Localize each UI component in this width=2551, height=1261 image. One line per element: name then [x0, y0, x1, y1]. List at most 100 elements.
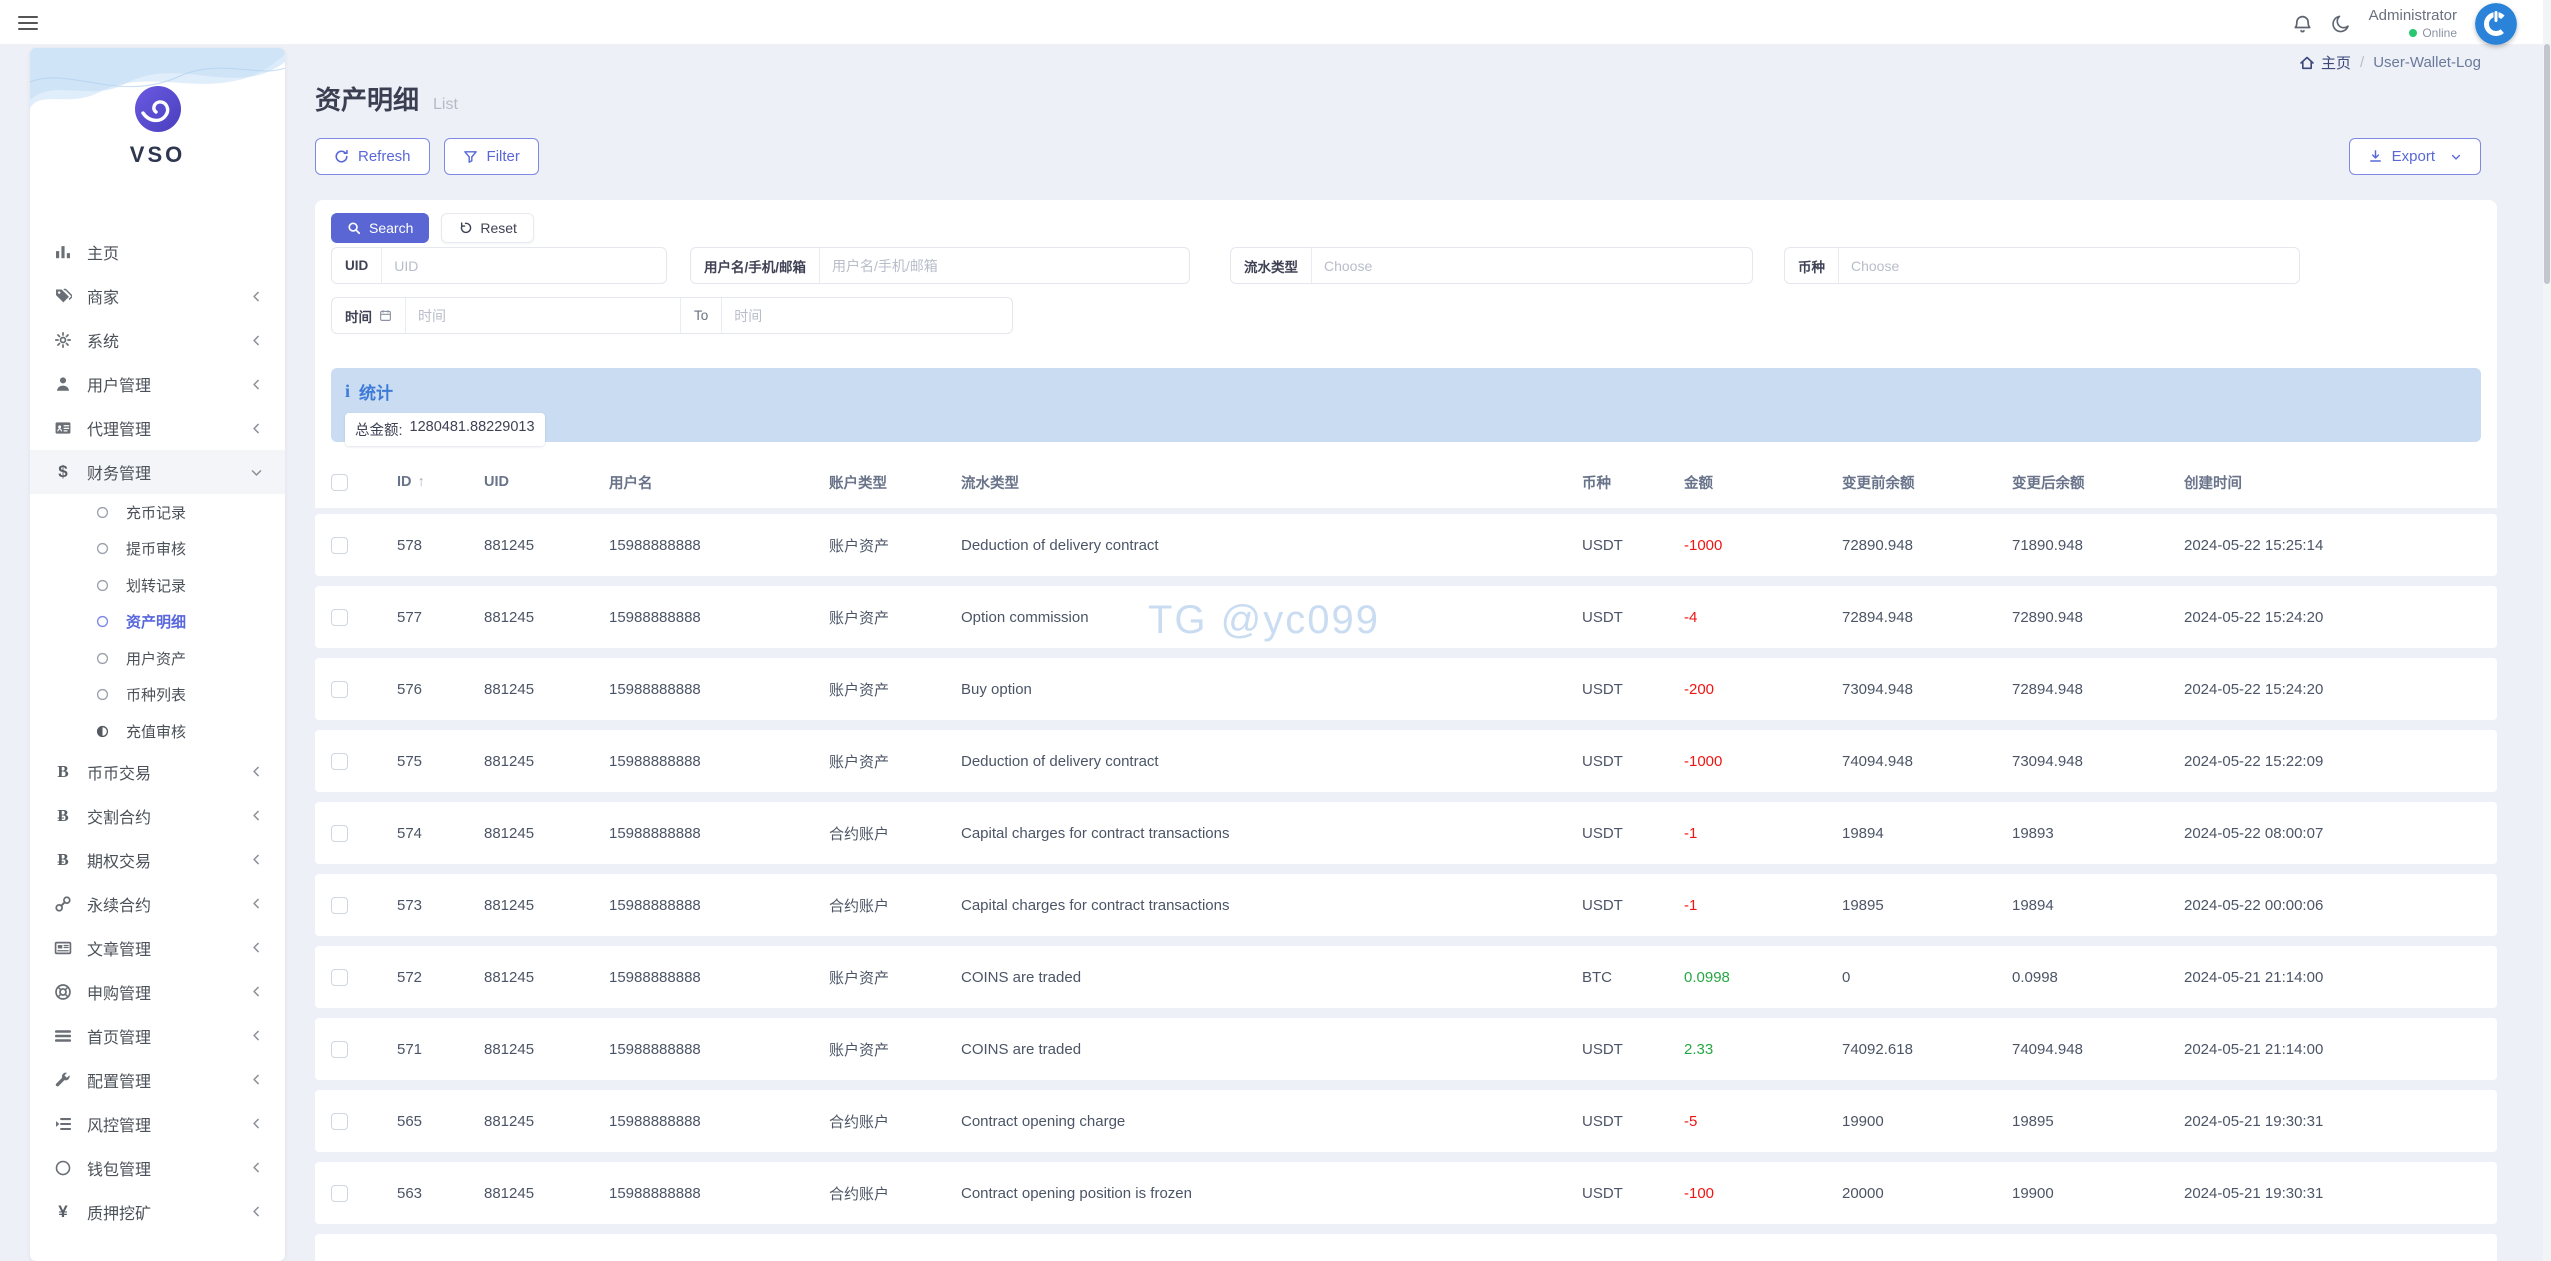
dollar-icon: $ [58, 462, 68, 481]
breadcrumb-current[interactable]: User-Wallet-Log [2373, 54, 2481, 71]
reset-button[interactable]: Reset [441, 213, 534, 243]
filter-button[interactable]: Filter [443, 138, 539, 175]
column-header[interactable]: 变更后余额 [2012, 472, 2184, 493]
column-header[interactable]: 金额 [1684, 472, 1842, 493]
scrollbar-thumb[interactable] [2544, 44, 2550, 284]
column-header[interactable]: ID ↑ [397, 474, 484, 490]
sidebar-item-10[interactable]: 文章管理 [30, 926, 285, 970]
row-checkbox[interactable] [331, 1040, 348, 1058]
sidebar-item-2[interactable]: 系统 [30, 318, 285, 362]
column-header[interactable]: 币种 [1582, 472, 1684, 493]
sidebar-subitem-5-2[interactable]: 划转记录 [30, 567, 285, 604]
chevron-left-icon [250, 897, 263, 910]
sidebar-item-label: 钱包管理 [87, 1161, 152, 1179]
user-menu[interactable]: Administrator Online [2369, 7, 2457, 41]
sidebar-subitem-5-6[interactable]: 充值审核 [30, 713, 285, 750]
page-subtitle: List [433, 96, 458, 113]
row-checkbox[interactable] [331, 608, 348, 626]
time-to-input[interactable] [722, 298, 1012, 333]
sidebar-item-5[interactable]: $ 财务管理 [30, 450, 285, 494]
scrollbar-track[interactable] [2543, 0, 2551, 1261]
cell-coin: USDT [1582, 1040, 1623, 1058]
cell-id: 573 [397, 896, 423, 914]
row-checkbox[interactable] [331, 1112, 348, 1130]
row-checkbox[interactable] [331, 824, 348, 842]
cell-id: 572 [397, 968, 423, 986]
sidebar-item-11[interactable]: 申购管理 [30, 970, 285, 1014]
user-input[interactable] [820, 248, 1189, 283]
sidebar-item-9[interactable]: 永续合约 [30, 882, 285, 926]
filter-flow-type: 流水类型 [1230, 247, 1753, 284]
sidebar-item-1[interactable]: 商家 [30, 274, 285, 318]
sidebar-subitem-5-5[interactable]: 币种列表 [30, 677, 285, 714]
search-button[interactable]: Search [331, 213, 430, 243]
column-header[interactable]: UID [484, 474, 609, 490]
circle-icon [52, 1159, 74, 1177]
export-button[interactable]: Export [2348, 138, 2481, 175]
cell-uid: 881245 [484, 824, 535, 842]
row-checkbox[interactable] [331, 536, 348, 554]
user-status: Online [2422, 25, 2457, 40]
cell-flow-type: COINS are traded [961, 968, 1082, 986]
sidebar-subitem-5-4[interactable]: 用户资产 [30, 640, 285, 677]
sidebar-item-13[interactable]: 配置管理 [30, 1058, 285, 1102]
column-header[interactable]: 账户类型 [829, 472, 961, 493]
time-from-input[interactable] [406, 298, 680, 333]
vso-logo-icon [134, 86, 181, 132]
sidebar-item-4[interactable]: 代理管理 [30, 406, 285, 450]
flow-type-select[interactable] [1312, 248, 1752, 283]
sidebar-item-6[interactable]: B 币币交易 [30, 750, 285, 794]
toolbar: Refresh Filter [315, 138, 539, 175]
sidebar-item-3[interactable]: 用户管理 [30, 362, 285, 406]
column-header[interactable]: 变更前余额 [1842, 472, 2012, 493]
cell-amount: 0.0998 [1684, 968, 1730, 986]
sidebar-subitem-5-1[interactable]: 提币审核 [30, 531, 285, 568]
column-header[interactable]: 用户名 [609, 472, 829, 493]
column-header[interactable]: 流水类型 [961, 472, 1582, 493]
row-checkbox[interactable] [331, 968, 348, 986]
refresh-button[interactable]: Refresh [315, 138, 430, 175]
chevron-left-icon [250, 422, 263, 435]
filter-uid: UID [331, 247, 667, 284]
cell-account-type: 账户资产 [829, 1041, 890, 1059]
sidebar-item-12[interactable]: 首页管理 [30, 1014, 285, 1058]
sidebar-item-7[interactable]: Ƀ 交割合约 [30, 794, 285, 838]
id-card-icon [52, 419, 74, 437]
table-row: 574 881245 15988888888 合约账户 Capital charges … [315, 802, 2497, 864]
sidebar-item-14[interactable]: 风控管理 [30, 1102, 285, 1146]
column-header[interactable]: 创建时间 [2184, 472, 2481, 493]
cell-account-type: 账户资产 [829, 609, 890, 627]
row-checkbox[interactable] [331, 1184, 348, 1202]
row-checkbox[interactable] [331, 752, 348, 770]
coin-select[interactable] [1839, 248, 2299, 283]
sidebar: VSO 主页 商家 系统 用户管理 代理管理 $ 财务管理 充币记录 提币审核 划转记录 资产明细用… [30, 48, 285, 1261]
sidebar-item-15[interactable]: 钱包管理 [30, 1146, 285, 1190]
select-all-checkbox[interactable] [331, 473, 348, 491]
cell-created-at: 2024-05-22 15:24:20 [2184, 608, 2324, 626]
sidebar-item-0[interactable]: 主页 [30, 230, 285, 274]
sidebar-item-label: 代理管理 [87, 422, 152, 439]
sidebar-subitem-5-3[interactable]: 资产明细 [30, 604, 285, 641]
chevron-left-icon [250, 1161, 263, 1174]
sidebar-item-label: 财务管理 [87, 466, 152, 483]
chevron-left-icon [250, 1117, 263, 1130]
cell-account-type: 账户资产 [829, 681, 890, 699]
uid-input[interactable] [382, 248, 666, 283]
cell-balance-before: 72890.948 [1842, 536, 1913, 554]
avatar[interactable] [2475, 3, 2517, 45]
topbar: Administrator Online [0, 0, 2551, 45]
chevron-left-icon [250, 941, 263, 954]
sidebar-item-16[interactable]: ¥ 质押挖矿 [30, 1190, 285, 1234]
row-checkbox[interactable] [331, 896, 348, 914]
sidebar-subitem-5-0[interactable]: 充币记录 [30, 494, 285, 531]
filter-flow-type-label: 流水类型 [1231, 248, 1312, 283]
breadcrumb-home[interactable]: 主页 [2299, 52, 2351, 73]
moon-icon[interactable] [2331, 14, 2351, 34]
table-row: 573 881245 15988888888 合约账户 Capital charges … [315, 874, 2497, 936]
menu-toggle-icon[interactable] [18, 12, 38, 34]
cell-balance-before: 0 [1842, 968, 1851, 986]
bell-icon[interactable] [2292, 14, 2313, 35]
sidebar-item-label: 质押挖矿 [87, 1205, 152, 1223]
sidebar-item-8[interactable]: Ƀ 期权交易 [30, 838, 285, 882]
row-checkbox[interactable] [331, 680, 348, 698]
